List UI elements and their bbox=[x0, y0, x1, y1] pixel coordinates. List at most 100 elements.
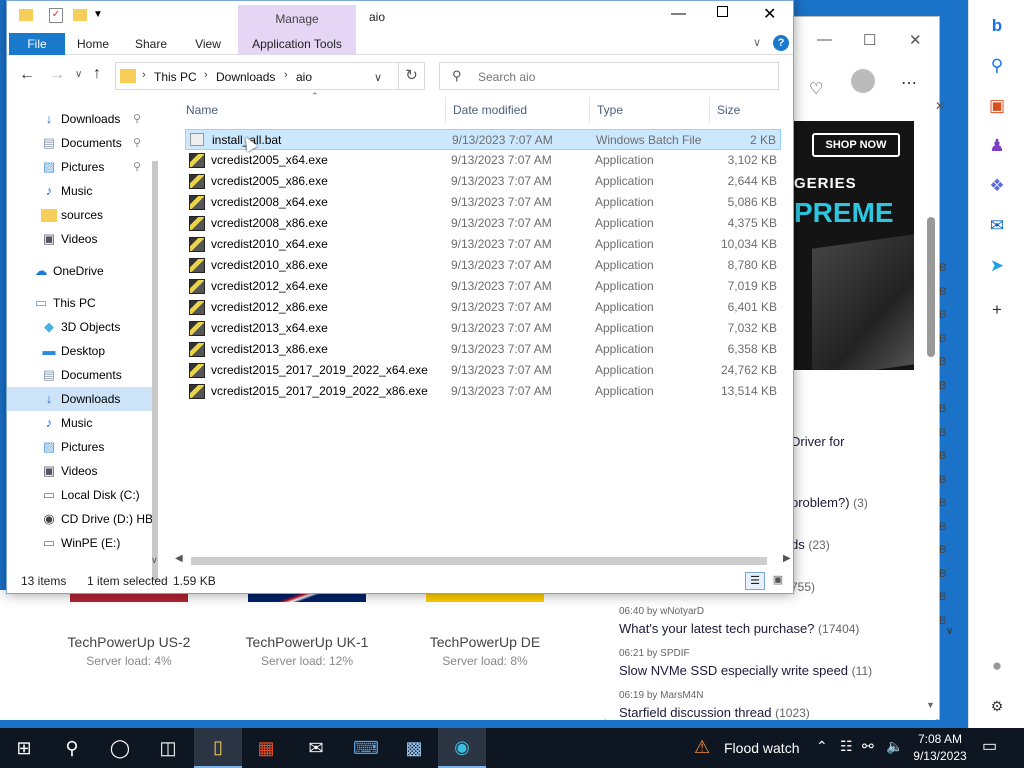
navigation-scrollbar[interactable]: ∨ bbox=[149, 97, 161, 581]
weather-widget[interactable]: Flood watch bbox=[724, 740, 799, 756]
tools-icon[interactable]: ▣ bbox=[985, 94, 1009, 118]
shop-now-button[interactable]: SHOP NOW bbox=[812, 133, 900, 157]
advertisement-banner[interactable]: SHOP NOW GERIES PREME bbox=[794, 121, 914, 370]
server-item[interactable]: TechPowerUp UK-1 Server load: 12% bbox=[227, 590, 387, 668]
cortana-icon[interactable]: ◯ bbox=[96, 728, 144, 768]
file-row[interactable]: vcredist2005_x64.exe 9/13/2023 7:07 AM App… bbox=[185, 150, 781, 171]
tab-home[interactable]: Home bbox=[75, 33, 111, 55]
file-explorer-taskbar-icon[interactable]: ▯ bbox=[194, 728, 242, 768]
chevron-down-icon[interactable]: ∨ bbox=[946, 626, 953, 637]
recent-locations-icon[interactable]: ∨ bbox=[75, 69, 82, 80]
file-row[interactable]: vcredist2013_x64.exe 9/13/2023 7:07 AM App… bbox=[185, 318, 781, 339]
server-item[interactable]: TechPowerUp US-2 Server load: 4% bbox=[49, 590, 209, 668]
nav-item-videos[interactable]: ▣ Videos bbox=[7, 227, 157, 251]
maximize-icon[interactable] bbox=[717, 6, 728, 17]
file-row[interactable]: vcredist2005_x86.exe 9/13/2023 7:07 AM App… bbox=[185, 171, 781, 192]
nav-item-documents[interactable]: ▤ Documents ⚲ bbox=[7, 131, 157, 155]
tab-view[interactable]: View bbox=[191, 33, 225, 55]
search-icon[interactable]: ⚲ bbox=[48, 728, 96, 768]
edge-icon[interactable]: ◉ bbox=[438, 728, 486, 768]
maximize-icon[interactable]: ☐ bbox=[863, 31, 876, 49]
task-view-icon[interactable]: ◫ bbox=[144, 728, 192, 768]
start-button[interactable]: ⊞ bbox=[0, 728, 48, 768]
forum-thread-link[interactable]: Starfield discussion thread (1023) bbox=[619, 705, 810, 720]
breadcrumb-separator[interactable]: › bbox=[284, 69, 288, 81]
scroll-thumb[interactable] bbox=[191, 557, 767, 565]
nav-item-sources[interactable]: sources bbox=[7, 203, 157, 227]
close-icon[interactable]: ✕ bbox=[909, 31, 922, 49]
add-icon[interactable]: + bbox=[985, 298, 1009, 322]
details-view-icon[interactable]: ☰ bbox=[745, 572, 765, 590]
column-divider[interactable] bbox=[445, 97, 446, 123]
profile-icon[interactable]: ● bbox=[985, 654, 1009, 678]
nav-item-music[interactable]: ♪ Music bbox=[7, 411, 157, 435]
file-row[interactable]: vcredist2010_x86.exe 9/13/2023 7:07 AM App… bbox=[185, 255, 781, 276]
show-hidden-icons-icon[interactable]: ⌃ bbox=[816, 738, 828, 755]
file-row[interactable]: vcredist2012_x64.exe 9/13/2023 7:07 AM App… bbox=[185, 276, 781, 297]
app-icon[interactable]: ▩ bbox=[390, 728, 438, 768]
wifi-off-icon[interactable]: ⚯ bbox=[862, 738, 874, 755]
notifications-icon[interactable]: ▭ bbox=[982, 736, 997, 756]
breadcrumb-separator[interactable]: › bbox=[204, 69, 208, 81]
games-icon[interactable]: ♟ bbox=[985, 134, 1009, 158]
more-options-icon[interactable]: ⋯ bbox=[901, 73, 917, 93]
close-tab-icon[interactable]: ✕ bbox=[935, 99, 945, 113]
column-type[interactable]: Type bbox=[597, 97, 623, 123]
bing-chat-icon[interactable]: b bbox=[985, 14, 1009, 38]
new-folder-icon[interactable] bbox=[73, 9, 87, 21]
file-row[interactable]: install_all.bat 9/13/2023 7:07 AM Windows … bbox=[185, 129, 781, 150]
health-icon[interactable]: ♡ bbox=[809, 79, 823, 99]
scroll-left-icon[interactable]: ◀ bbox=[175, 553, 183, 564]
title-bar[interactable]: ✓ ▼ Manage aio — ✕ bbox=[7, 1, 793, 33]
large-icons-view-icon[interactable]: ▣ bbox=[769, 572, 787, 590]
file-row[interactable]: vcredist2015_2017_2019_2022_x86.exe 9/13/… bbox=[185, 381, 781, 402]
file-row[interactable]: vcredist2015_2017_2019_2022_x64.exe 9/13/… bbox=[185, 360, 781, 381]
customize-toolbar-icon[interactable]: ▼ bbox=[93, 9, 103, 20]
tab-application-tools[interactable]: Application Tools bbox=[238, 33, 356, 55]
minimize-icon[interactable]: — bbox=[671, 5, 686, 22]
column-divider[interactable] bbox=[589, 97, 590, 123]
nav-item-videos[interactable]: ▣ Videos bbox=[7, 459, 157, 483]
scroll-down-icon[interactable]: ▼ bbox=[926, 700, 935, 710]
breadcrumb-aio[interactable]: aio bbox=[296, 70, 312, 84]
close-icon[interactable]: ✕ bbox=[763, 4, 776, 24]
nav-item-network[interactable]: ⌂Network bbox=[7, 563, 157, 567]
nav-item-local-disk-c[interactable]: ▭ Local Disk (C:) bbox=[7, 483, 157, 507]
address-dropdown-icon[interactable]: ∨ bbox=[374, 71, 382, 84]
file-row[interactable]: vcredist2008_x64.exe 9/13/2023 7:07 AM App… bbox=[185, 192, 781, 213]
column-size[interactable]: Size bbox=[717, 97, 740, 123]
breadcrumb-this-pc[interactable]: This PC bbox=[154, 70, 197, 84]
server-item[interactable]: TechPowerUp DE Server load: 8% bbox=[405, 590, 565, 668]
horizontal-scrollbar[interactable]: ◀ ▶ bbox=[171, 553, 793, 569]
search-icon[interactable]: ⚲ bbox=[985, 54, 1009, 78]
forum-partial-title[interactable]: 755) bbox=[791, 579, 815, 594]
nav-item-pictures[interactable]: ▨ Pictures bbox=[7, 435, 157, 459]
address-bar[interactable]: › This PC › Downloads › aio ∨ bbox=[115, 62, 399, 90]
nav-item-3d-objects[interactable]: ◆ 3D Objects bbox=[7, 315, 157, 339]
scroll-down-icon[interactable]: ∨ bbox=[151, 555, 158, 566]
nav-item-pictures[interactable]: ▨ Pictures ⚲ bbox=[7, 155, 157, 179]
network-icon[interactable]: ☷ bbox=[840, 738, 853, 755]
nav-item-cd-drive-d-hb[interactable]: ◉ CD Drive (D:) HB bbox=[7, 507, 157, 531]
profile-avatar[interactable] bbox=[851, 69, 875, 93]
scroll-thumb[interactable] bbox=[152, 161, 158, 581]
forum-partial-title[interactable]: ds (23) bbox=[791, 537, 830, 552]
help-icon[interactable]: ? bbox=[773, 35, 789, 51]
column-date-modified[interactable]: Date modified bbox=[453, 97, 527, 123]
column-divider[interactable] bbox=[709, 97, 710, 123]
nav-item-winpe-e[interactable]: ▭ WinPE (E:) bbox=[7, 531, 157, 555]
forum-thread-link[interactable]: Slow NVMe SSD especially write speed (11… bbox=[619, 663, 872, 678]
pin-icon[interactable]: ⚲ bbox=[133, 107, 141, 131]
column-name[interactable]: Name bbox=[186, 97, 218, 123]
page-scrollbar[interactable] bbox=[927, 217, 935, 357]
up-icon[interactable]: ↑ bbox=[93, 65, 101, 83]
nav-item-desktop[interactable]: ▬ Desktop bbox=[7, 339, 157, 363]
nav-item-this-pc[interactable]: ▭ This PC bbox=[7, 291, 157, 315]
minimize-icon[interactable]: — bbox=[817, 31, 832, 48]
settings-icon[interactable]: ⚙ bbox=[985, 694, 1009, 718]
properties-icon[interactable]: ✓ bbox=[49, 8, 63, 23]
tab-file[interactable]: File bbox=[9, 33, 65, 55]
outlook-icon[interactable]: ✉ bbox=[985, 214, 1009, 238]
expand-ribbon-icon[interactable]: ∨ bbox=[753, 36, 761, 49]
store-icon[interactable]: ▦ bbox=[242, 728, 290, 768]
